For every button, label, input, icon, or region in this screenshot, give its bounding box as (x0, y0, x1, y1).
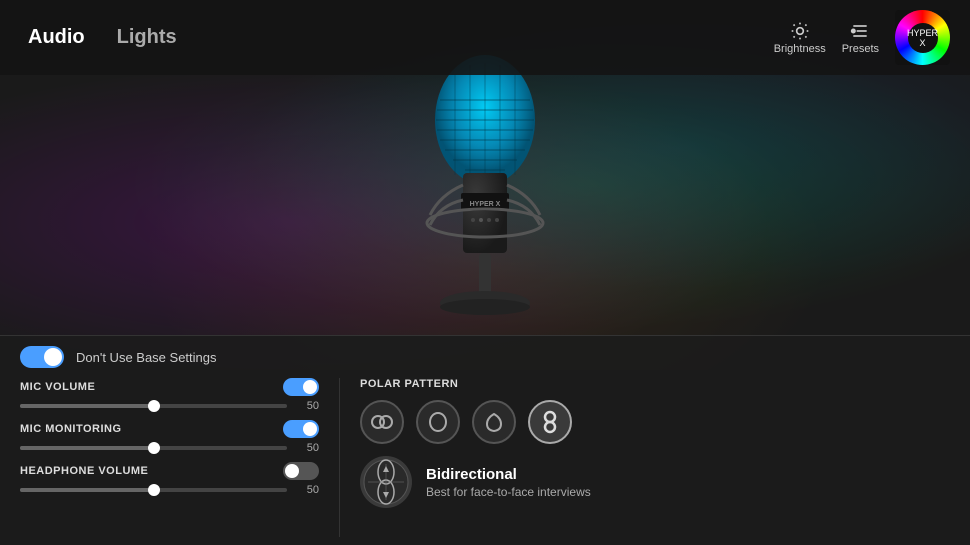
headphone-volume-toggle[interactable] (283, 462, 319, 480)
polar-cardioid-button[interactable] (416, 400, 460, 444)
polar-diagram (360, 456, 412, 508)
preset-thumbnail[interactable]: HYPERX (895, 10, 950, 65)
polar-text: Bidirectional Best for face-to-face inte… (426, 466, 591, 499)
mic-monitoring-fill (20, 446, 154, 450)
headphone-volume-slider[interactable] (20, 488, 287, 492)
polar-active-desc: Best for face-to-face interviews (426, 485, 591, 499)
brightness-button[interactable]: Brightness (774, 21, 826, 55)
polar-icons (360, 400, 950, 444)
mic-volume-row: MIC VOLUME 50 (20, 378, 319, 412)
headphone-volume-fill (20, 488, 154, 492)
mic-monitoring-slider-row: 50 (20, 442, 319, 454)
presets-label: Presets (842, 43, 879, 55)
polar-omni-button[interactable] (472, 400, 516, 444)
mic-volume-slider-row: 50 (20, 400, 319, 412)
headphone-volume-row: HEADPHONE VOLUME 50 (20, 462, 319, 496)
polar-info: Bidirectional Best for face-to-face inte… (360, 456, 950, 508)
mic-monitoring-toggle[interactable] (283, 420, 319, 438)
mic-volume-fill (20, 404, 154, 408)
tab-audio[interactable]: Audio (20, 22, 93, 53)
mic-monitoring-slider[interactable] (20, 446, 287, 450)
polar-pattern-panel: POLAR PATTERN (340, 378, 950, 537)
polar-pattern-label: POLAR PATTERN (360, 378, 950, 390)
base-settings-label: Don't Use Base Settings (76, 350, 217, 365)
tab-lights[interactable]: Lights (109, 22, 185, 53)
mic-volume-value: 50 (295, 400, 319, 412)
mic-monitoring-label: MIC MONITORING (20, 423, 122, 435)
headphone-volume-label: HEADPHONE VOLUME (20, 465, 148, 477)
mic-volume-thumb[interactable] (148, 400, 160, 412)
left-controls: MIC VOLUME 50 MIC MONITORING (20, 378, 340, 537)
microphone: HYPER X (385, 45, 585, 355)
headphone-volume-slider-row: 50 (20, 484, 319, 496)
preset-inner: HYPERX (908, 23, 938, 53)
mic-volume-header: MIC VOLUME (20, 378, 319, 396)
polar-bidirectional-button[interactable] (528, 400, 572, 444)
mic-volume-toggle[interactable] (283, 378, 319, 396)
mic-monitoring-row: MIC MONITORING 50 (20, 420, 319, 454)
header-right: Brightness Presets HYPERX (774, 10, 950, 65)
brightness-label: Brightness (774, 43, 826, 55)
mic-monitoring-value: 50 (295, 442, 319, 454)
headphone-volume-value: 50 (295, 484, 319, 496)
header: Audio Lights Brightness (0, 0, 970, 75)
mic-monitoring-thumb[interactable] (148, 442, 160, 454)
mic-volume-label: MIC VOLUME (20, 381, 95, 393)
controls-grid: MIC VOLUME 50 MIC MONITORING (20, 378, 950, 537)
polar-active-name: Bidirectional (426, 466, 591, 483)
bottom-panel: Don't Use Base Settings MIC VOLUME 50 (0, 335, 970, 545)
mic-volume-slider[interactable] (20, 404, 287, 408)
base-settings-toggle[interactable] (20, 346, 64, 368)
polar-stereo-button[interactable] (360, 400, 404, 444)
headphone-volume-thumb[interactable] (148, 484, 160, 496)
presets-button[interactable]: Presets (842, 21, 879, 55)
svg-text:HYPER X: HYPER X (470, 201, 501, 208)
headphone-volume-header: HEADPHONE VOLUME (20, 462, 319, 480)
mic-monitoring-header: MIC MONITORING (20, 420, 319, 438)
